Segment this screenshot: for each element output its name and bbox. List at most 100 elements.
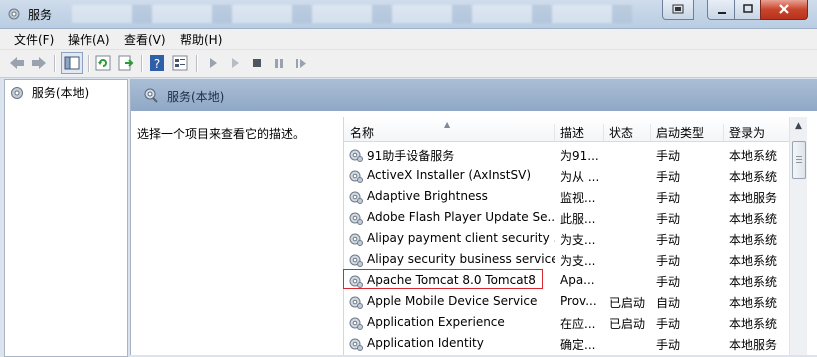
service-gear-icon — [348, 294, 364, 310]
service-startup-type: 手动 — [656, 254, 681, 268]
properties-icon[interactable] — [171, 54, 189, 72]
column-header-name[interactable]: ▲ 名称 — [344, 120, 555, 141]
scroll-thumb[interactable] — [792, 141, 806, 179]
close-button[interactable] — [760, 0, 808, 20]
table-row[interactable]: Apple Mobile Device Service Prov... 已启动 自动本… — [344, 291, 802, 312]
service-description: Apa... — [560, 273, 595, 287]
vertical-scrollbar[interactable]: ▲ — [789, 117, 807, 355]
service-description: 监视... — [560, 191, 596, 205]
maximize-button[interactable] — [734, 0, 762, 20]
service-name: 91助手设备服务 — [367, 149, 455, 163]
table-row[interactable]: Application Identity 确定... 手动 本地服务 — [344, 333, 802, 354]
menu-help[interactable]: 帮助(H) — [180, 31, 222, 48]
pause-service-icon[interactable] — [270, 54, 288, 72]
table-row[interactable]: Adobe Flash Player Update Se... 此服... 手动 本地… — [344, 207, 802, 228]
service-gear-icon — [348, 315, 364, 331]
column-header-status[interactable]: 状态 — [604, 124, 651, 141]
service-description: 确定... — [560, 338, 596, 352]
scroll-up-icon[interactable]: ▲ — [790, 121, 807, 138]
show-hide-console-tree-icon[interactable] — [61, 52, 83, 74]
service-description: 为91... — [560, 149, 599, 163]
table-row[interactable]: Adaptive Brightness 监视... 手动 本地服务 — [344, 186, 802, 207]
column-header-name-label: 名称 — [350, 126, 375, 140]
table-row[interactable]: 91助手设备服务 为91... 手动 本地系统 — [344, 144, 802, 165]
menu-bar: 文件(F) 操作(A) 查看(V) 帮助(H) — [0, 29, 817, 49]
menu-action[interactable]: 操作(A) — [68, 31, 110, 48]
service-gear-icon — [348, 168, 364, 184]
service-startup-type: 手动 — [656, 170, 681, 184]
thumb-grip — [796, 162, 802, 163]
service-name: Adaptive Brightness — [367, 189, 488, 203]
minimize-button[interactable] — [707, 0, 736, 20]
service-name: ActiveX Installer (AxInstSV) — [367, 168, 532, 182]
service-description: 为从 ... — [560, 170, 600, 184]
service-gear-icon — [348, 189, 364, 205]
export-list-icon[interactable] — [117, 54, 135, 72]
service-startup-type: 手动 — [656, 275, 681, 289]
service-gear-icon — [348, 252, 364, 268]
services-detail-panel: 服务(本地) 选择一个项目来查看它的描述。 ▲ 名称 描述 状态 启动类型 登录… — [130, 79, 817, 355]
service-description: 为支... — [560, 233, 596, 247]
description-prompt: 选择一个项目来查看它的描述。 — [137, 127, 306, 141]
column-header-description[interactable]: 描述 — [555, 124, 604, 141]
service-status: 已启动 — [609, 296, 646, 310]
service-name: Adobe Flash Player Update Se... — [367, 210, 555, 224]
service-startup-type: 自动 — [656, 296, 681, 310]
start-service-icon[interactable] — [204, 54, 222, 72]
forward-arrow-icon[interactable] — [30, 54, 48, 72]
column-header-description-label: 描述 — [560, 126, 585, 140]
service-name: Application Experience — [367, 315, 505, 329]
service-startup-type: 手动 — [656, 317, 681, 331]
menu-file[interactable]: 文件(F) — [14, 31, 54, 48]
tree-node-services-local[interactable]: 服务(本地) — [9, 84, 89, 101]
menu-view[interactable]: 查看(V) — [124, 31, 166, 48]
table-row[interactable]: Alipay security business service 为支... 手动本… — [344, 249, 802, 270]
stop-service-icon[interactable] — [248, 54, 266, 72]
toolbar: ? — [0, 50, 817, 78]
thumb-grip — [796, 159, 802, 160]
service-gear-icon — [348, 210, 364, 226]
toolbar-separator — [196, 55, 198, 72]
table-row[interactable]: Alipay payment client security ... 为支... 手… — [344, 228, 802, 249]
selected-service-highlight — [343, 269, 543, 289]
service-startup-type: 手动 — [656, 233, 681, 247]
start-service-alt-icon[interactable] — [226, 54, 244, 72]
sort-ascending-icon: ▲ — [444, 120, 451, 129]
service-startup-type: 手动 — [656, 338, 681, 352]
tree-node-label: 服务(本地) — [31, 86, 90, 100]
thumb-grip — [796, 156, 802, 157]
services-list: ▲ 名称 描述 状态 启动类型 登录为 91助手设备服务 为91... 手动 本地系统… — [343, 117, 817, 355]
service-description: 此服... — [560, 212, 596, 226]
restart-service-icon[interactable] — [292, 54, 310, 72]
service-name: Alipay payment client security ... — [367, 231, 555, 245]
table-row[interactable]: Application Experience 在应... 已启动 手动 本地系统 — [344, 312, 802, 333]
blurred-taskbar-area — [72, 5, 632, 23]
refresh-icon[interactable] — [94, 54, 112, 72]
back-arrow-icon[interactable] — [8, 54, 26, 72]
table-row[interactable]: ActiveX Installer (AxInstSV) 为从 ... 手动 本地系统 — [344, 165, 802, 186]
service-description: 为支... — [560, 254, 596, 268]
service-description: Prov... — [560, 294, 597, 308]
extra-window-button[interactable] — [662, 0, 694, 20]
service-name: Alipay security business service — [367, 252, 555, 266]
toolbar-separator — [141, 55, 143, 72]
toolbar-separator — [54, 55, 56, 72]
service-name: Application Identity — [367, 336, 484, 350]
column-header-row: ▲ 名称 描述 状态 启动类型 登录为 — [344, 117, 802, 142]
console-tree-panel: 服务(本地) — [4, 79, 128, 357]
help-icon[interactable]: ? — [148, 54, 166, 72]
column-header-status-label: 状态 — [609, 126, 634, 140]
toolbar-separator — [88, 55, 90, 72]
svg-text:?: ? — [154, 57, 160, 71]
service-status: 已启动 — [609, 317, 646, 331]
title-bar: 服务 — [0, 0, 817, 29]
services-app-icon — [6, 6, 22, 22]
services-gear-icon — [11, 86, 23, 99]
service-startup-type: 手动 — [656, 149, 681, 163]
services-header-icon — [143, 87, 159, 106]
column-header-startup-type[interactable]: 启动类型 — [651, 124, 724, 141]
service-startup-type: 手动 — [656, 212, 681, 226]
service-gear-icon — [348, 147, 364, 163]
service-description: 在应... — [560, 317, 596, 331]
window-title: 服务 — [28, 8, 53, 22]
